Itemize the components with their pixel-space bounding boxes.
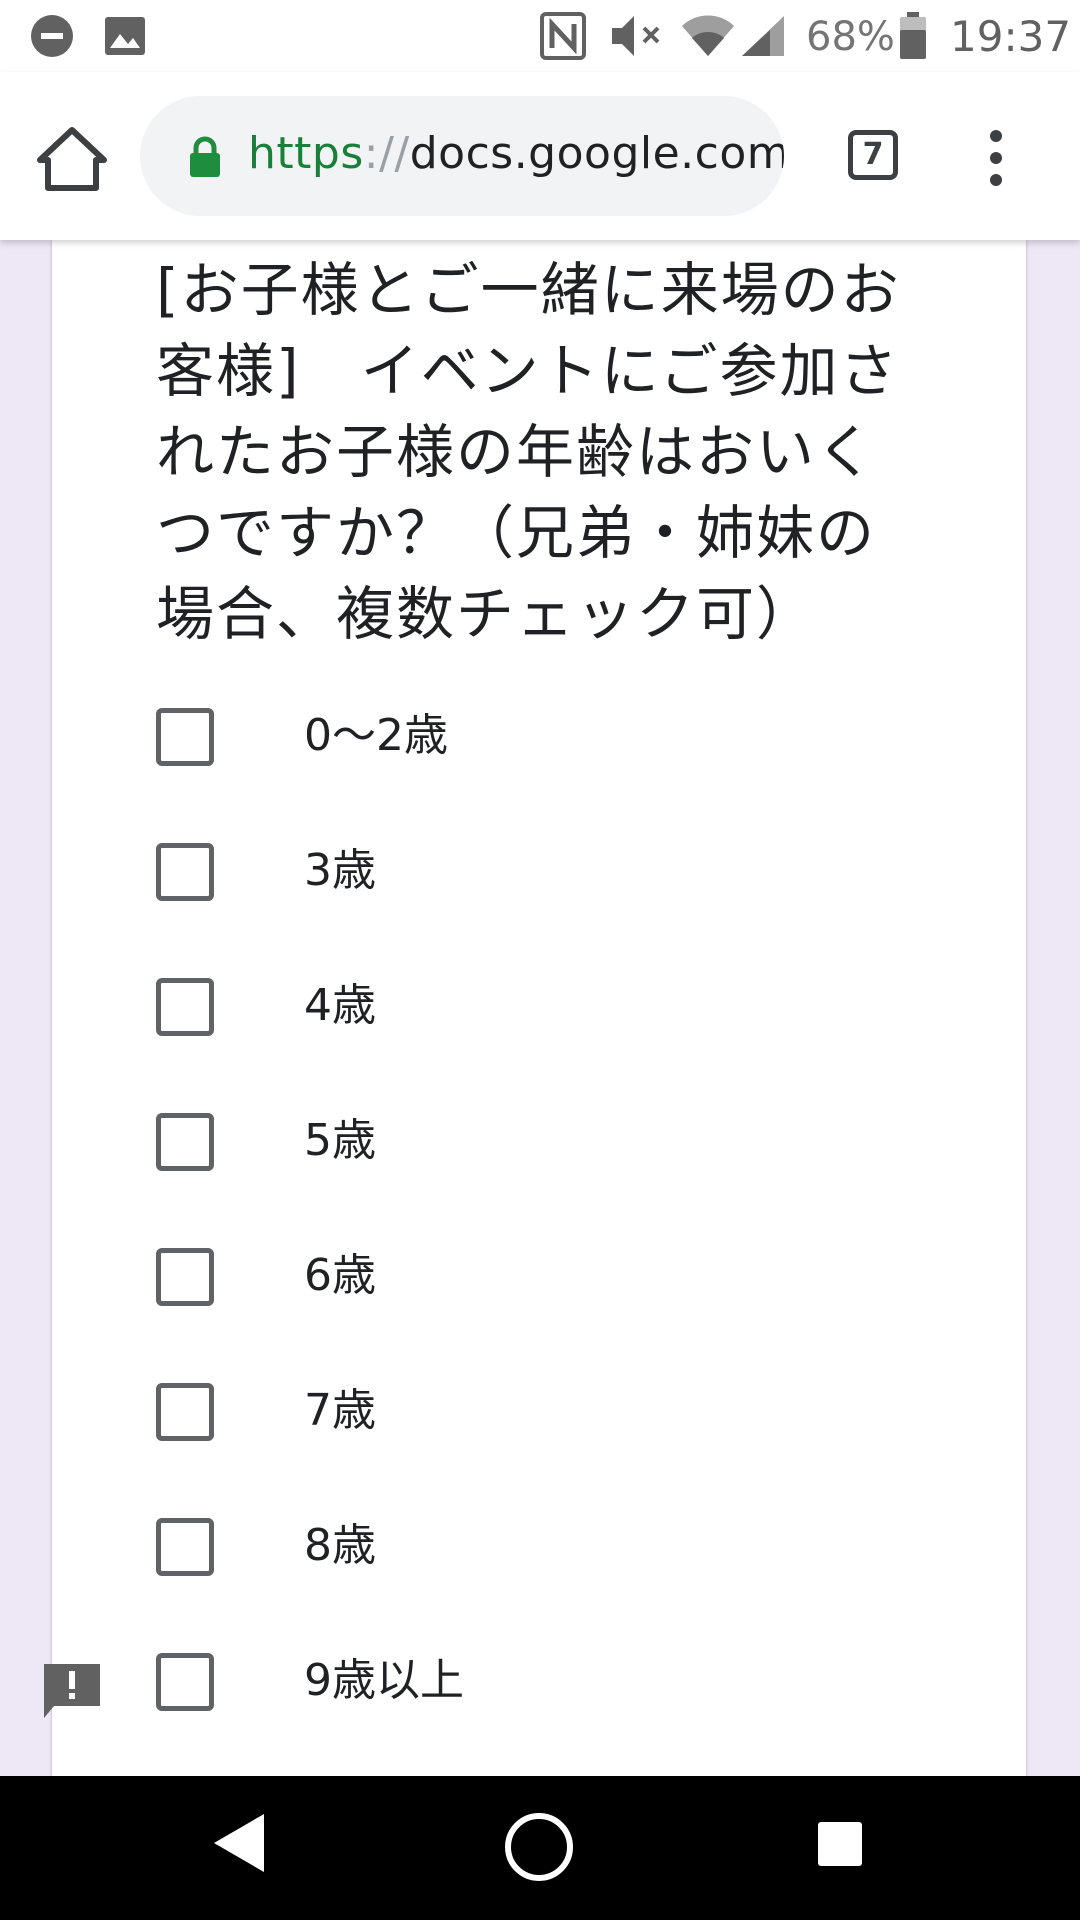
battery-percentage: 68%: [806, 14, 895, 60]
checkbox[interactable]: [156, 1518, 214, 1576]
wifi-icon: [682, 15, 734, 56]
recent-apps-icon[interactable]: [816, 1820, 864, 1868]
lock-icon: [190, 136, 220, 177]
form-question-card: [お子様とご一緒に来場のお客様] イベントにご参加されたお子様の年齢はおいくつで…: [52, 240, 1026, 1780]
nfc-icon: [540, 12, 586, 60]
url-scheme: https: [248, 128, 364, 179]
option-8[interactable]: 8歳: [156, 1510, 856, 1580]
checkbox[interactable]: [156, 1383, 214, 1441]
clock: 19:37: [950, 12, 1072, 61]
checkbox[interactable]: [156, 1113, 214, 1171]
checkbox[interactable]: [156, 1248, 214, 1306]
option-label: 9歳以上: [304, 1655, 464, 1706]
status-bar: 68% 19:37: [0, 0, 1080, 72]
option-0-2[interactable]: 0〜2歳: [156, 700, 856, 770]
checkbox[interactable]: [156, 1653, 214, 1711]
option-7[interactable]: 7歳: [156, 1375, 856, 1445]
checkbox[interactable]: [156, 708, 214, 766]
url-text[interactable]: https://docs.google.com: [248, 128, 784, 179]
back-icon[interactable]: [212, 1812, 268, 1874]
option-label: 7歳: [304, 1385, 376, 1436]
option-label: 4歳: [304, 980, 376, 1031]
option-6[interactable]: 6歳: [156, 1240, 856, 1310]
option-4[interactable]: 4歳: [156, 970, 856, 1040]
checkbox[interactable]: [156, 843, 214, 901]
cell-signal-icon: [742, 16, 784, 56]
url-host: docs.google.com: [409, 128, 784, 179]
option-label: 3歳: [304, 845, 376, 896]
mute-icon: [612, 16, 660, 56]
browser-toolbar: https://docs.google.com 7: [0, 72, 1080, 240]
do-not-disturb-icon: [31, 15, 73, 57]
option-label: 6歳: [304, 1250, 376, 1301]
battery-icon: [900, 12, 926, 59]
navigation-bar: [0, 1776, 1080, 1920]
question-title: [お子様とご一緒に来場のお客様] イベントにご参加されたお子様の年齢はおいくつで…: [156, 256, 901, 648]
feedback-icon[interactable]: [40, 1660, 104, 1722]
url-separator: ://: [363, 128, 410, 179]
home-icon[interactable]: [36, 126, 108, 192]
option-5[interactable]: 5歳: [156, 1105, 856, 1175]
checkbox[interactable]: [156, 978, 214, 1036]
url-bar[interactable]: https://docs.google.com: [140, 96, 784, 216]
image-notification-icon: [105, 17, 145, 55]
option-9-plus[interactable]: 9歳以上: [156, 1645, 856, 1715]
overflow-menu-icon[interactable]: [978, 128, 1014, 188]
home-circle-icon[interactable]: [504, 1812, 574, 1882]
option-label: 8歳: [304, 1520, 376, 1571]
option-3[interactable]: 3歳: [156, 835, 856, 905]
tab-switcher-button[interactable]: 7: [848, 130, 898, 180]
option-label: 0〜2歳: [304, 710, 448, 761]
option-label: 5歳: [304, 1115, 376, 1166]
